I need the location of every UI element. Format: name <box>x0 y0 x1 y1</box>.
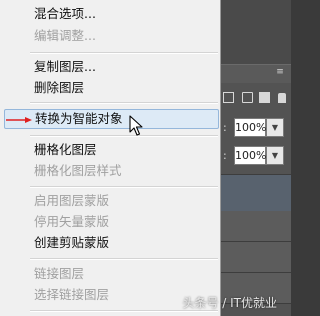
fill-colon: : <box>223 149 227 162</box>
lock-position-icon[interactable] <box>242 92 253 103</box>
panel-menu-icon[interactable]: ≡ <box>275 68 285 77</box>
red-arrow-icon <box>6 117 32 123</box>
menu-item-convert-to-smart-object[interactable]: 转换为智能对象 <box>4 109 219 129</box>
menu-item-enable-layer-mask[interactable]: 启用图层蒙版 <box>0 191 220 211</box>
menu-item-disable-vector-mask[interactable]: 停用矢量蒙版 <box>0 212 220 232</box>
menu-item-blending-options[interactable]: 混合选项... <box>0 4 220 24</box>
menu-item-duplicate-layer[interactable]: 复制图层... <box>0 57 220 77</box>
menu-item-rasterize-layer-style[interactable]: 栅格化图层样式 <box>0 161 220 181</box>
layer-context-menu: 混合选项... 编辑调整... 复制图层... 删除图层 转换为智能对象 栅格化… <box>0 0 221 316</box>
photoshop-screen: ≡ : 100% ▼ : 100% ▼ 混合选项... 编辑调整... 复制图层… <box>0 0 291 316</box>
menu-separator <box>30 258 218 260</box>
menu-separator <box>30 135 218 137</box>
opacity-dropdown-icon[interactable]: ▼ <box>266 118 284 137</box>
layer-row[interactable] <box>221 211 291 242</box>
layer-row[interactable] <box>221 242 291 273</box>
menu-item-edit-adjustment[interactable]: 编辑调整... <box>0 26 220 46</box>
menu-separator <box>30 52 218 54</box>
watermark: 头条号 / IT优就业 <box>182 296 277 310</box>
menu-separator <box>30 186 218 188</box>
menu-item-delete-layer[interactable]: 删除图层 <box>0 78 220 98</box>
menu-item-link-layers[interactable]: 链接图层 <box>0 264 220 284</box>
menu-item-create-clipping-mask[interactable]: 创建剪贴蒙版 <box>0 233 220 253</box>
opacity-input[interactable]: 100% <box>234 118 266 137</box>
menu-separator <box>30 102 218 104</box>
mouse-cursor-icon <box>129 115 143 136</box>
lock-all-icon[interactable] <box>278 93 286 103</box>
opacity-colon: : <box>223 121 227 134</box>
fill-dropdown-icon[interactable]: ▼ <box>266 146 284 165</box>
lock-pixels-icon[interactable] <box>223 92 234 103</box>
menu-item-rasterize-layer[interactable]: 栅格化图层 <box>0 140 220 160</box>
layer-row-selected[interactable] <box>221 174 291 212</box>
lock-transparency-icon[interactable] <box>259 92 270 103</box>
fill-input[interactable]: 100% <box>234 146 266 165</box>
